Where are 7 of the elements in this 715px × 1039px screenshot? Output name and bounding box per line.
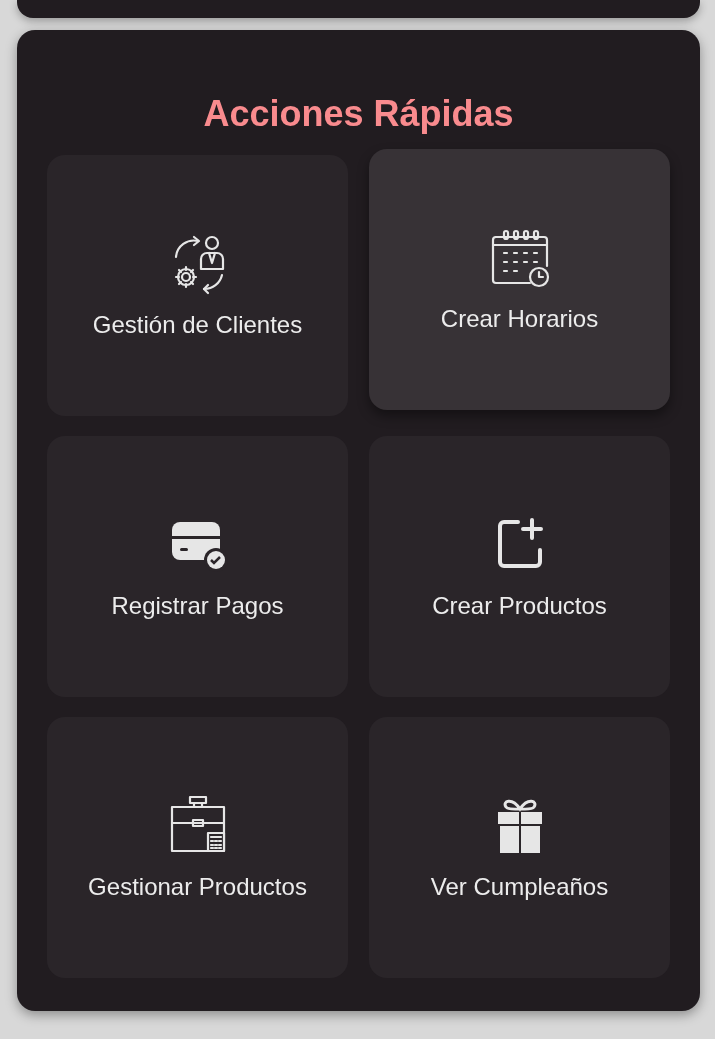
action-tile[interactable]: Ver Cumpleaños xyxy=(369,717,670,978)
action-tile[interactable]: Gestionar Productos xyxy=(47,717,348,978)
action-tile[interactable]: Registrar Pagos xyxy=(47,436,348,697)
action-tile[interactable]: Gestión de Clientes xyxy=(47,155,348,416)
action-tile[interactable]: Crear Productos xyxy=(369,436,670,697)
action-tile[interactable]: Crear Horarios xyxy=(369,149,670,410)
section-title: Acciones Rápidas xyxy=(202,92,515,136)
